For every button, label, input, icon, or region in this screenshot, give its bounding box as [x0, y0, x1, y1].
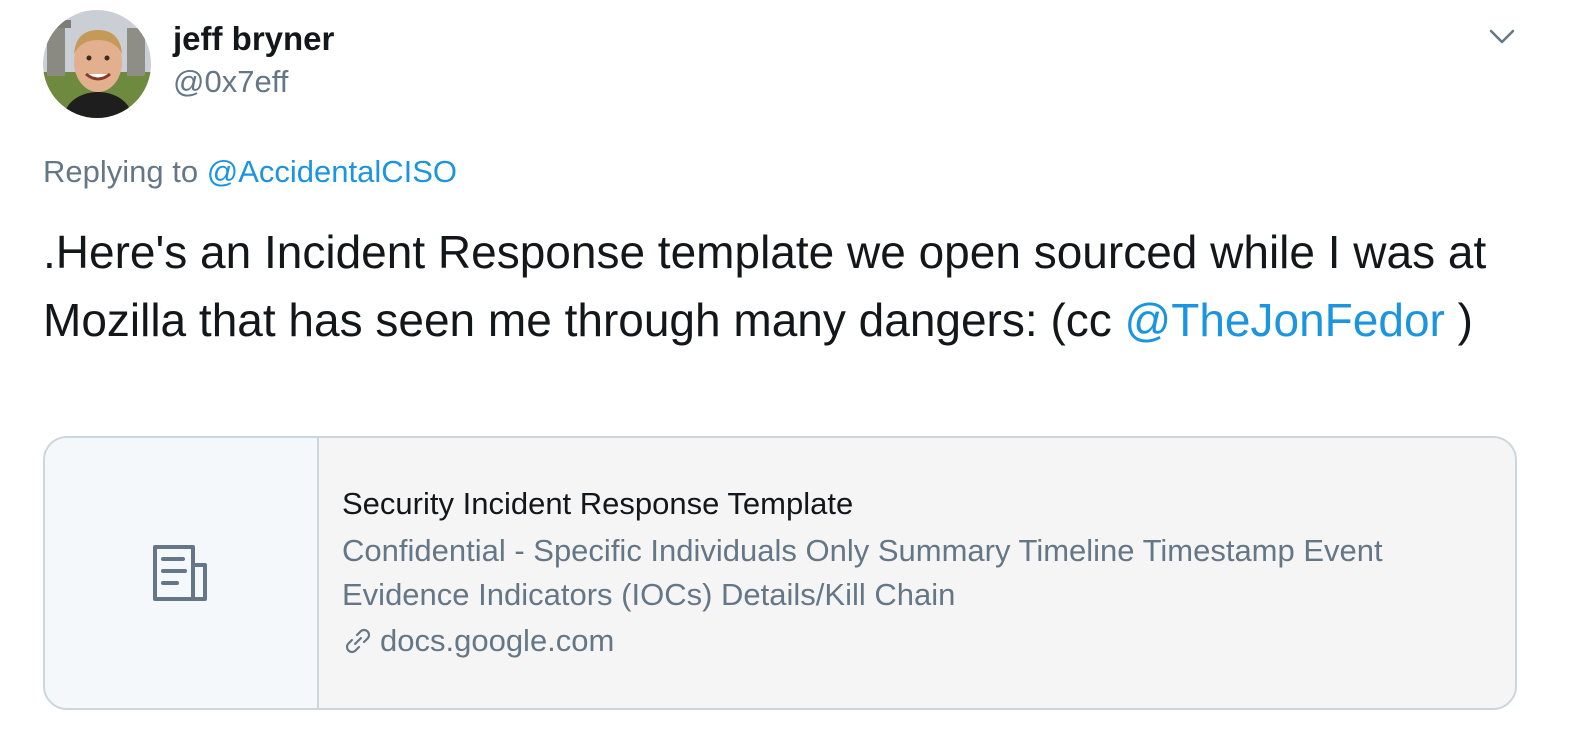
document-icon	[153, 545, 207, 601]
card-domain-text: docs.google.com	[380, 623, 615, 658]
chevron-down-icon[interactable]	[1486, 20, 1518, 52]
link-icon	[342, 625, 374, 657]
replying-to-label: Replying to	[43, 154, 207, 189]
replying-to: Replying to @AccidentalCISO	[43, 152, 457, 192]
tweet-text: .Here's an Incident Response template we…	[43, 218, 1543, 354]
avatar-photo	[43, 10, 151, 118]
author-handle[interactable]: @0x7eff	[173, 63, 288, 101]
tweet-mention-link[interactable]: @TheJonFedor	[1125, 294, 1445, 346]
card-media	[45, 438, 319, 708]
card-domain: docs.google.com	[342, 621, 1491, 661]
card-description: Confidential - Specific Individuals Only…	[342, 533, 1383, 612]
card-title: Security Incident Response Template	[342, 486, 854, 521]
tweet-text-end: )	[1444, 294, 1473, 346]
link-card[interactable]: Security Incident Response Template Conf…	[43, 436, 1517, 710]
author-name[interactable]: jeff bryner	[173, 19, 334, 59]
card-body: Security Incident Response Template Conf…	[319, 438, 1515, 708]
reply-mention-link[interactable]: @AccidentalCISO	[207, 154, 457, 189]
avatar[interactable]	[43, 10, 151, 118]
